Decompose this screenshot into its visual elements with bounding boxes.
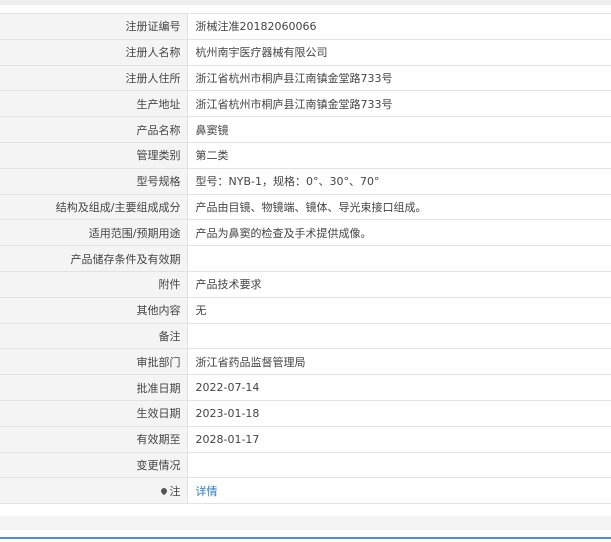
row-value: 杭州南宇医疗器械有限公司	[187, 38, 611, 66]
table-row: 附件 产品技术要求	[0, 270, 611, 298]
table-row: 变更情况	[0, 451, 611, 479]
registration-detail-table: 注册证编号 浙械注准20182060066 注册人名称 杭州南宇医疗器械有限公司…	[0, 13, 611, 505]
row-label: 批准日期	[0, 374, 188, 401]
row-value: 鼻窦镜	[187, 116, 611, 143]
table-row: 批准日期 2022-07-14	[0, 374, 611, 401]
row-value: 产品由目镜、物镜端、镜体、导光束接口组成。	[187, 193, 611, 221]
table-row: 产品储存条件及有效期	[0, 245, 611, 272]
table-row: 注册证编号 浙械注准20182060066	[0, 13, 611, 40]
row-label: 有效期至	[0, 425, 188, 453]
row-label: 结构及组成/主要组成成分	[0, 193, 188, 221]
row-label: 备注	[0, 322, 188, 350]
table-row: 注册人住所 浙江省杭州市桐庐县江南镇金堂路733号	[0, 64, 611, 92]
table-row: 审批部门 浙江省药品监督管理局	[0, 348, 611, 376]
note-label-group: 注	[159, 483, 181, 499]
row-label: 产品储存条件及有效期	[0, 245, 188, 272]
row-value: 浙江省药品监督管理局	[187, 348, 611, 376]
row-value	[187, 451, 611, 479]
bottom-accent-line	[0, 537, 611, 539]
row-label: 注册人名称	[0, 38, 188, 66]
row-label: 审批部门	[0, 348, 188, 376]
row-label: 附件	[0, 270, 188, 298]
table-row: 其他内容 无	[0, 296, 611, 324]
row-value: 产品技术要求	[187, 270, 611, 298]
table-row: 管理类别 第二类	[0, 141, 611, 169]
row-value: 产品为鼻窦的检查及手术提供成像。	[187, 219, 611, 247]
row-value: 无	[187, 296, 611, 324]
table-row: 备注	[0, 322, 611, 350]
table-row: 型号规格 型号：NYB-1，规格：0°、30°、70°	[0, 167, 611, 195]
row-label: 注册证编号	[0, 13, 188, 40]
row-label: 注册人住所	[0, 64, 188, 92]
row-label: 产品名称	[0, 116, 188, 143]
row-value	[187, 245, 611, 272]
row-value: 浙江省杭州市桐庐县江南镇金堂路733号	[187, 64, 611, 92]
row-value: 第二类	[187, 141, 611, 169]
note-value-cell: 详情	[187, 477, 611, 505]
row-value	[187, 322, 611, 350]
row-value: 2023-01-18	[187, 399, 611, 427]
top-divider	[0, 0, 611, 5]
row-label: 管理类别	[0, 141, 188, 169]
row-value: 型号：NYB-1，规格：0°、30°、70°	[187, 167, 611, 195]
row-value: 浙江省杭州市桐庐县江南镇金堂路733号	[187, 90, 611, 118]
row-value: 浙械注准20182060066	[187, 13, 611, 40]
table-row: 生效日期 2023-01-18	[0, 399, 611, 427]
table-row: 注册人名称 杭州南宇医疗器械有限公司	[0, 38, 611, 66]
row-value: 2022-07-14	[187, 374, 611, 401]
table-row: 生产地址 浙江省杭州市桐庐县江南镇金堂路733号	[0, 90, 611, 118]
row-label: 适用范围/预期用途	[0, 219, 188, 247]
row-value: 2028-01-17	[187, 425, 611, 453]
table-row: 产品名称 鼻窦镜	[0, 116, 611, 143]
map-pin-icon	[159, 486, 168, 495]
row-label: 生产地址	[0, 90, 188, 118]
table-row: 有效期至 2028-01-17	[0, 425, 611, 453]
bottom-divider	[0, 516, 611, 530]
note-row: 注 详情	[0, 477, 611, 505]
table-row: 结构及组成/主要组成成分 产品由目镜、物镜端、镜体、导光束接口组成。	[0, 193, 611, 221]
row-label: 生效日期	[0, 399, 188, 427]
note-label: 注	[169, 484, 181, 498]
table-row: 适用范围/预期用途 产品为鼻窦的检查及手术提供成像。	[0, 219, 611, 247]
details-link[interactable]: 详情	[196, 485, 218, 498]
row-label: 其他内容	[0, 296, 188, 324]
note-label-cell: 注	[0, 477, 188, 505]
row-label: 变更情况	[0, 451, 188, 479]
row-label: 型号规格	[0, 167, 188, 195]
